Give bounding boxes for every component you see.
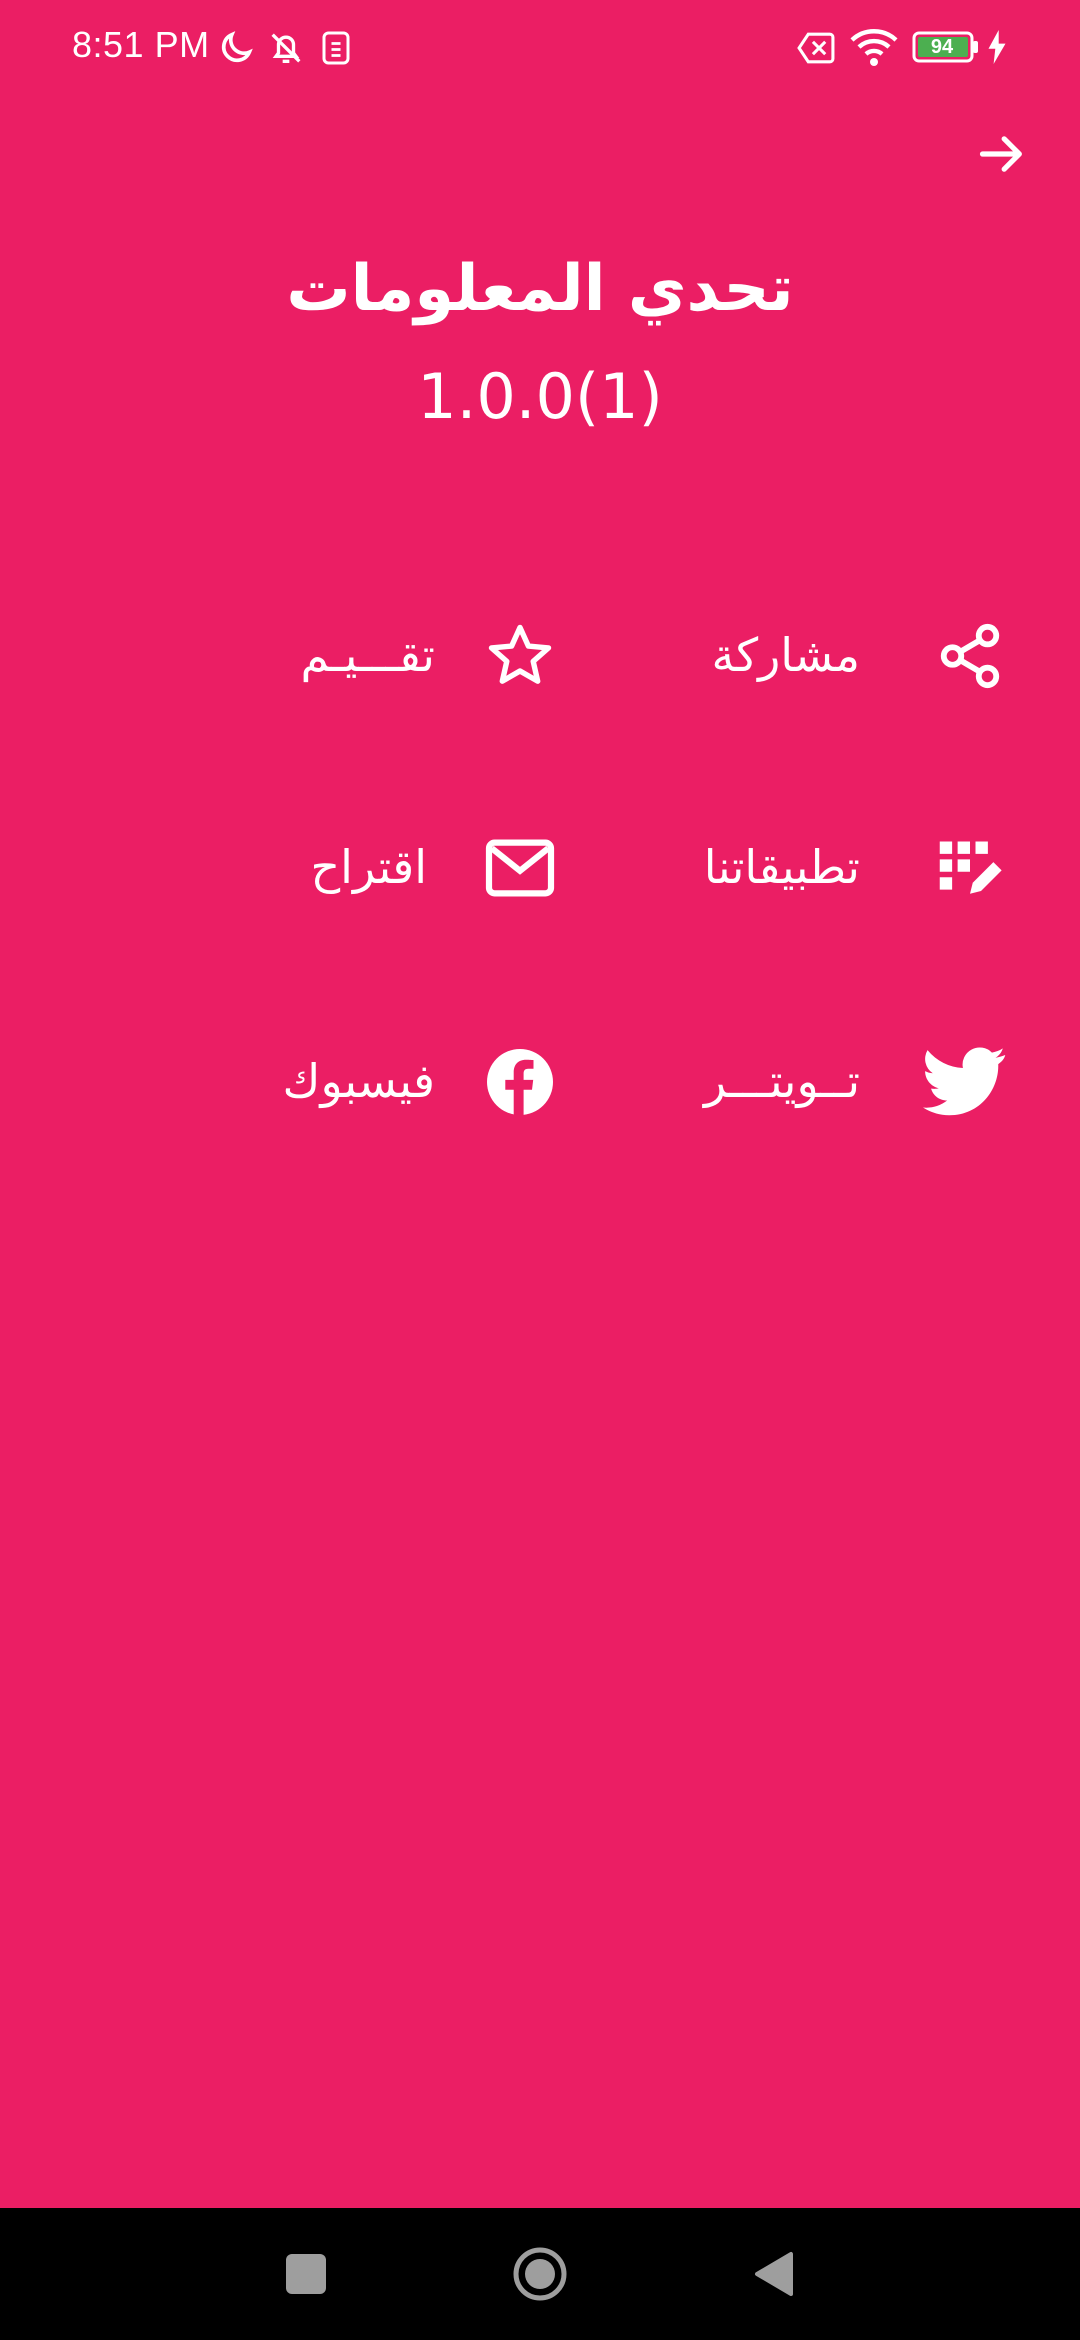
rate-label: تقـــيـم xyxy=(300,628,435,682)
twitter-label: تــويتـــر xyxy=(703,1054,860,1108)
rate-button[interactable]: تقـــيـم xyxy=(270,600,590,710)
share-button[interactable]: مشاركة xyxy=(690,600,1010,710)
facebook-button[interactable]: فيسبوك xyxy=(270,1026,590,1136)
arrow-right-icon xyxy=(979,136,1022,172)
charging-icon xyxy=(988,30,1006,64)
moon-icon xyxy=(221,31,253,63)
suggest-button[interactable]: اقتراح xyxy=(270,812,590,922)
recents-button[interactable] xyxy=(270,2244,342,2304)
status-time: 8:51 PM xyxy=(72,24,210,65)
suggest-label: اقتراح xyxy=(310,840,427,894)
bell-off-icon xyxy=(271,33,301,63)
facebook-label: فيسبوك xyxy=(282,1054,435,1108)
app-version: 1.0.0(1) xyxy=(417,360,663,433)
sim-icon xyxy=(322,31,350,65)
status-bar: 8:51 PM 94 xyxy=(0,0,1080,96)
home-circle-icon xyxy=(513,2247,567,2301)
wifi-icon xyxy=(850,29,898,66)
battery-icon: 94 xyxy=(912,30,980,64)
back-triangle-icon xyxy=(755,2252,793,2296)
star-outline-icon xyxy=(480,620,560,692)
app-title: تحدي المعلومات xyxy=(286,252,794,326)
no-sim-icon xyxy=(797,32,835,64)
mail-icon xyxy=(480,832,560,904)
apps-grid-icon xyxy=(930,834,1010,904)
back-nav-button[interactable] xyxy=(744,2244,804,2304)
twitter-button[interactable]: تــويتـــر xyxy=(690,1026,1010,1136)
our-apps-button[interactable]: تطبيقاتنا xyxy=(690,812,1010,922)
navigation-bar xyxy=(0,2208,1080,2340)
facebook-icon xyxy=(480,1046,560,1118)
battery-level: 94 xyxy=(930,35,954,58)
home-button[interactable] xyxy=(506,2244,574,2304)
recents-square-icon xyxy=(286,2254,326,2294)
twitter-icon xyxy=(920,1046,1010,1118)
share-label: مشاركة xyxy=(711,628,860,682)
our-apps-label: تطبيقاتنا xyxy=(703,840,860,894)
share-icon xyxy=(930,620,1010,692)
back-button[interactable] xyxy=(968,120,1036,188)
